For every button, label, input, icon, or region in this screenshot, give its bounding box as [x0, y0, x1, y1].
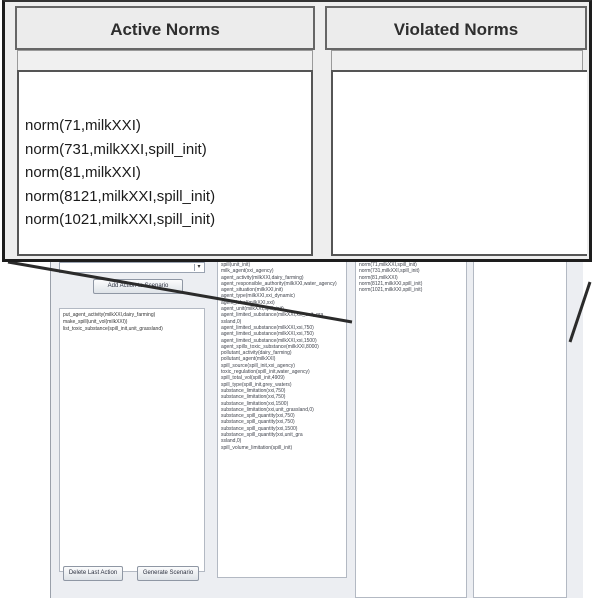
violated-norms-strip — [331, 50, 583, 70]
active-norms-header: Active Norms — [15, 6, 315, 50]
active-norms-items: norm(71,milkXXI) norm(731,milkXXI,spill_… — [25, 114, 215, 232]
norm-item[interactable]: norm(8121,milkXXI,spill_init) — [25, 185, 215, 209]
violated-norms-list[interactable] — [331, 70, 587, 256]
violated-norms-header: Violated Norms — [325, 6, 587, 50]
active-norms-strip — [17, 50, 313, 70]
norm-item[interactable]: norm(81,milkXXI) — [25, 161, 215, 185]
norm-item[interactable]: norm(731,milkXXI,spill_init) — [25, 138, 215, 162]
norm-item[interactable]: norm(71,milkXXI) — [25, 114, 215, 138]
norm-item[interactable]: norm(1021,milkXXI,spill_init) — [25, 208, 215, 232]
magnified-norms-panel: Active Norms norm(71,milkXXI) norm(731,m… — [2, 0, 592, 262]
active-norms-list[interactable]: norm(71,milkXXI) norm(731,milkXXI,spill_… — [17, 70, 313, 256]
